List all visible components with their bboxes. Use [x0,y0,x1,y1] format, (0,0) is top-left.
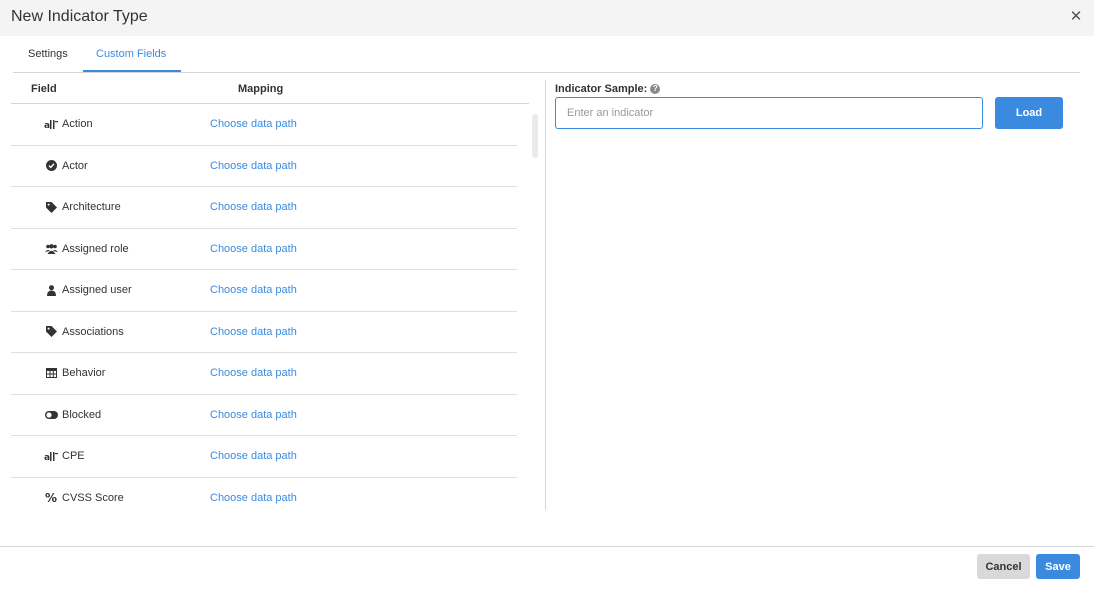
choose-data-path-link[interactable]: Choose data path [210,395,297,436]
field-label: CVSS Score [62,492,124,505]
table-row: a CPE Choose data path [11,436,517,478]
field-label: Blocked [62,408,102,421]
percent-icon: % [44,491,58,506]
close-icon[interactable]: ✕ [1068,9,1084,25]
choose-data-path-link[interactable]: Choose data path [210,353,297,394]
table-row: a Action Choose data path [11,104,517,146]
choose-data-path-link[interactable]: Choose data path [210,146,297,187]
field-label: Assigned user [62,284,132,297]
toggle-icon [44,395,58,436]
field-label: Architecture [62,201,121,214]
tag-icon [44,187,58,228]
indicator-sample-label-text: Indicator Sample: [555,83,648,95]
field-label: CPE [62,450,85,463]
indicator-sample-input[interactable] [555,97,983,129]
active-tab-indicator [83,70,181,72]
choose-data-path-link[interactable]: Choose data path [210,478,297,520]
short-text-icon: a [44,436,58,477]
field-label: Action [62,118,93,131]
load-button[interactable]: Load [995,97,1063,129]
table-row: Behavior Choose data path [11,353,517,395]
table-row: Associations Choose data path [11,312,517,353]
choose-data-path-link[interactable]: Choose data path [210,270,297,311]
user-icon [44,270,58,311]
table-row: Assigned user Choose data path [11,270,517,312]
column-header-field: Field [31,83,57,95]
tab-custom-fields[interactable]: Custom Fields [96,48,166,60]
check-circle-icon [44,146,58,187]
table-row: Architecture Choose data path [11,187,517,229]
cancel-button[interactable]: Cancel [977,554,1030,579]
save-button[interactable]: Save [1036,554,1080,579]
choose-data-path-link[interactable]: Choose data path [210,436,297,477]
column-header-mapping: Mapping [238,83,284,95]
field-label: Assigned role [62,242,129,255]
svg-text:a: a [44,121,50,129]
field-list-scrollbar[interactable] [532,114,538,158]
indicator-sample-label: Indicator Sample: ? [555,83,661,95]
choose-data-path-link[interactable]: Choose data path [210,229,297,270]
choose-data-path-link[interactable]: Choose data path [210,104,297,145]
tag-icon [44,312,58,353]
field-label: Actor [62,159,88,172]
table-icon [44,353,58,394]
svg-text:a: a [44,453,50,461]
choose-data-path-link[interactable]: Choose data path [210,312,297,353]
short-text-icon: a [44,104,58,145]
table-row: Actor Choose data path [11,146,517,187]
dialog-title: New Indicator Type [11,8,148,25]
tab-settings[interactable]: Settings [28,48,68,60]
users-icon [44,229,58,270]
field-list: a Action Choose data path Actor Choose d… [11,104,517,519]
footer-divider [0,546,1094,547]
help-circle-icon[interactable]: ? [650,84,661,94]
tab-bar: Settings Custom Fields [13,36,1080,73]
field-label: Behavior [62,367,106,380]
choose-data-path-link[interactable]: Choose data path [210,187,297,228]
panel-divider [545,80,546,510]
table-row: % CVSS Score Choose data path [11,478,517,520]
table-row: Assigned role Choose data path [11,229,517,270]
table-row: Blocked Choose data path [11,395,517,436]
field-label: Associations [62,325,124,338]
dialog-header: New Indicator Type ✕ [0,0,1094,36]
